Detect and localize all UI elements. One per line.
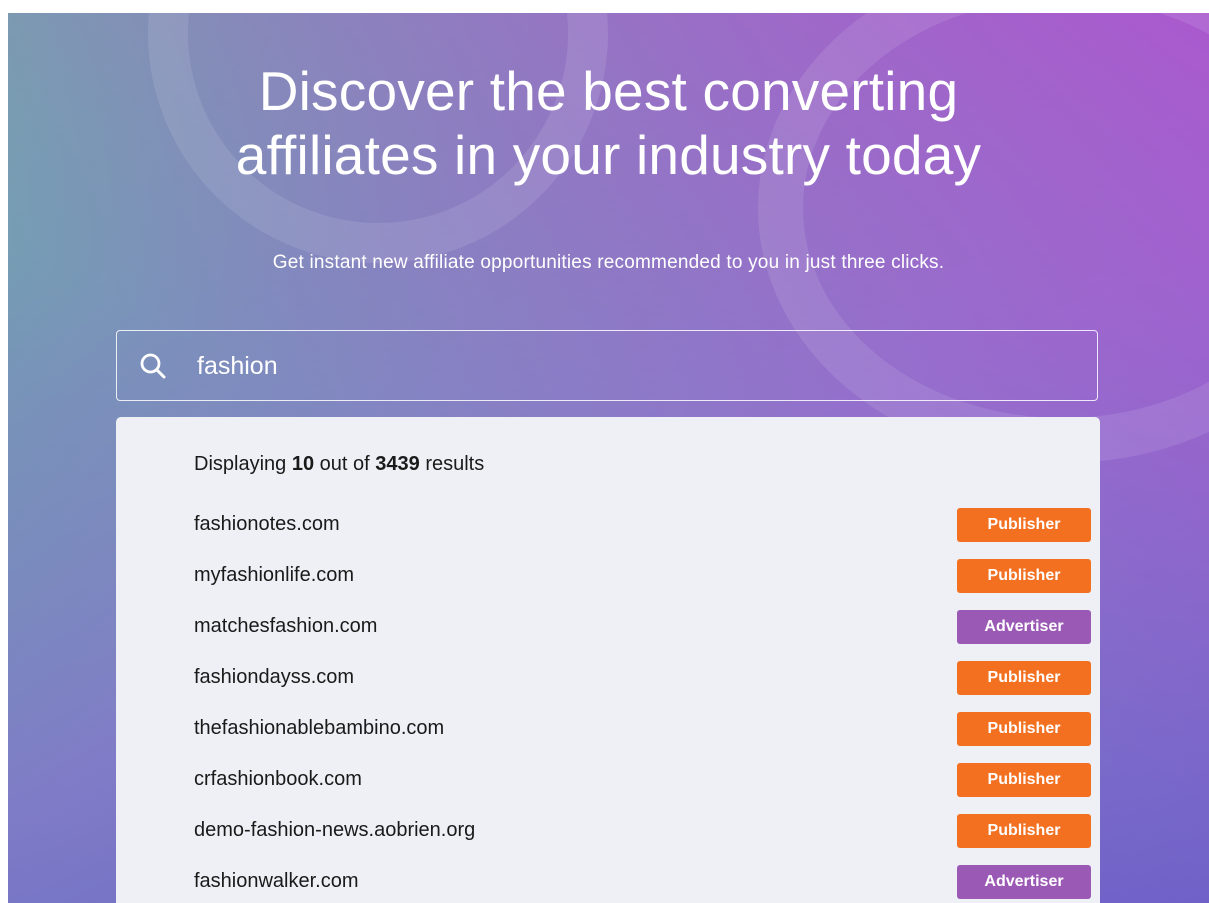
result-row[interactable]: matchesfashion.com Advertiser (116, 610, 1100, 646)
result-domain[interactable]: demo-fashion-news.aobrien.org (194, 819, 475, 842)
results-count-suffix: results (425, 453, 485, 475)
publisher-badge: Publisher (957, 763, 1091, 797)
publisher-badge: Publisher (957, 508, 1091, 542)
search-icon[interactable] (139, 352, 167, 380)
page-title-line1: Discover the best converting (258, 60, 959, 122)
result-domain[interactable]: crfashionbook.com (194, 768, 362, 791)
results-total-count: 3439 (375, 453, 420, 475)
page-title: Discover the best converting affiliates … (8, 59, 1209, 187)
result-domain[interactable]: fashionwalker.com (194, 870, 359, 893)
results-panel: Displaying 10 out of 3439 results fashio… (116, 417, 1100, 903)
result-row[interactable]: demo-fashion-news.aobrien.org Publisher (116, 814, 1100, 850)
publisher-badge: Publisher (957, 559, 1091, 593)
hero-section: Discover the best converting affiliates … (8, 13, 1209, 903)
result-row[interactable]: crfashionbook.com Publisher (116, 763, 1100, 799)
result-domain[interactable]: thefashionablebambino.com (194, 717, 444, 740)
result-row[interactable]: fashionotes.com Publisher (116, 508, 1100, 544)
result-domain[interactable]: myfashionlife.com (194, 564, 354, 587)
publisher-badge: Publisher (957, 661, 1091, 695)
advertiser-badge: Advertiser (957, 865, 1091, 899)
search-bar[interactable] (116, 330, 1098, 401)
result-row[interactable]: fashionwalker.com Advertiser (116, 865, 1100, 901)
result-domain[interactable]: fashiondayss.com (194, 666, 354, 689)
result-domain[interactable]: matchesfashion.com (194, 615, 377, 638)
advertiser-badge: Advertiser (957, 610, 1091, 644)
page-subtitle: Get instant new affiliate opportunities … (272, 252, 945, 273)
results-count-middle: out of (319, 453, 370, 475)
result-row[interactable]: fashiondayss.com Publisher (116, 661, 1100, 697)
result-domain[interactable]: fashionotes.com (194, 513, 340, 536)
results-count-prefix: Displaying (194, 453, 287, 475)
results-shown-count: 10 (291, 453, 315, 475)
result-row[interactable]: myfashionlife.com Publisher (116, 559, 1100, 595)
publisher-badge: Publisher (957, 712, 1091, 746)
page-title-line2: affiliates in your industry today (235, 124, 982, 186)
results-count: Displaying 10 out of 3439 results (194, 453, 484, 476)
result-row[interactable]: thefashionablebambino.com Publisher (116, 712, 1100, 748)
search-input[interactable] (195, 341, 1079, 391)
publisher-badge: Publisher (957, 814, 1091, 848)
